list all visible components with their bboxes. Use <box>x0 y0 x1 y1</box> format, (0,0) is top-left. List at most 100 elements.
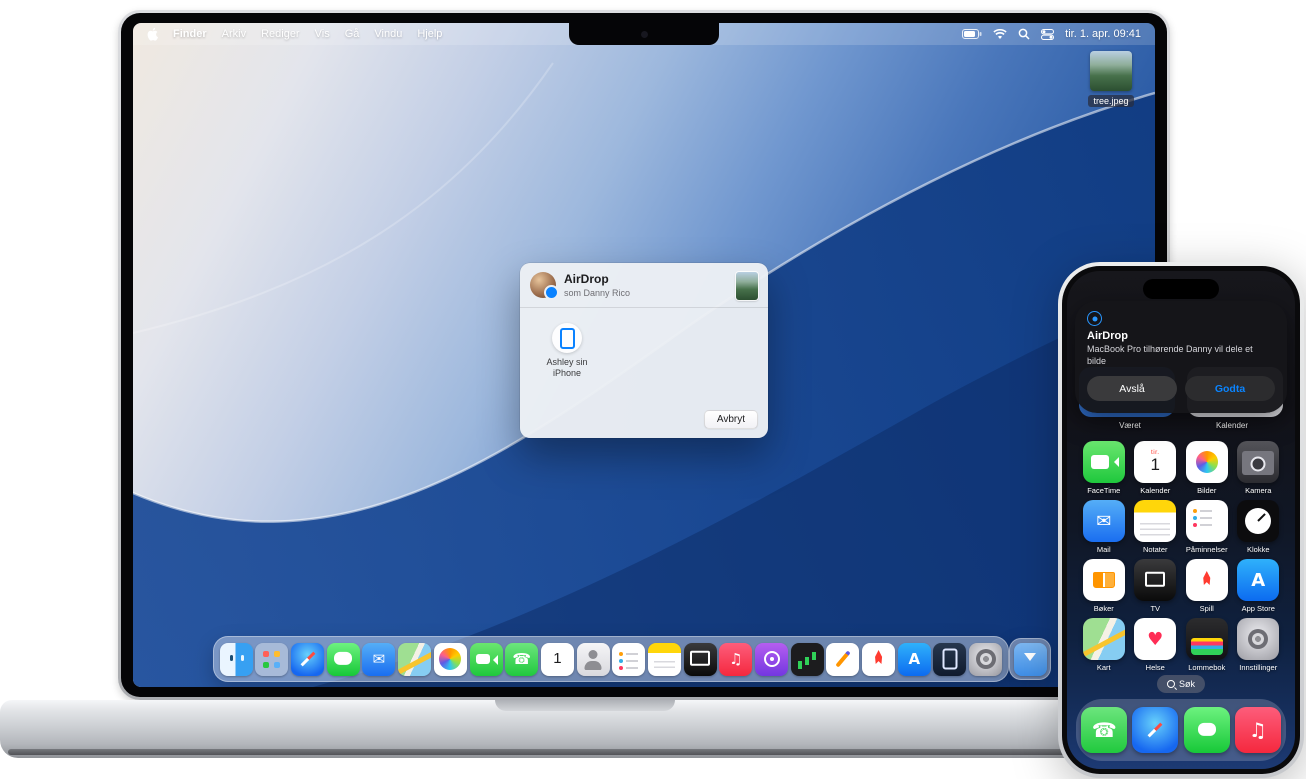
app-label: Bilder <box>1197 486 1216 495</box>
app-label: Innstillinger <box>1239 663 1277 672</box>
phone-glyph-icon: ☎ <box>505 643 538 676</box>
dock-icon-music[interactable]: ♫ <box>1235 707 1281 753</box>
app-label: Notater <box>1143 545 1168 554</box>
menu-item-finder[interactable]: Finder <box>173 28 207 40</box>
dock-icon-launchpad[interactable] <box>255 643 288 676</box>
control-center-icon[interactable] <box>1041 29 1054 40</box>
mail-icon: ✉ <box>1083 500 1125 542</box>
dock-icon-system-settings[interactable] <box>969 643 1002 676</box>
dock-icon-facetime[interactable] <box>470 643 503 676</box>
dock-icon-freeform[interactable] <box>826 643 859 676</box>
iphone-screen: Været Kalender AirDrop MacBook Pro tilhø… <box>1067 271 1295 769</box>
app-label: Påminnelser <box>1186 545 1228 554</box>
dock-icon-notes[interactable] <box>648 643 681 676</box>
maps-icon <box>1083 618 1125 660</box>
dock-icon-calendar[interactable]: 1 <box>541 643 574 676</box>
app-spill[interactable]: Spill <box>1181 559 1233 613</box>
app-notater[interactable]: Notater <box>1130 500 1182 554</box>
app-boker[interactable]: Bøker <box>1078 559 1130 613</box>
app-paminnelser[interactable]: Påminnelser <box>1181 500 1233 554</box>
app-bilder[interactable]: Bilder <box>1181 441 1233 495</box>
tv-icon <box>1134 559 1176 601</box>
dock-icon-podcasts[interactable] <box>755 643 788 676</box>
app-app-store[interactable]: AApp Store <box>1233 559 1285 613</box>
app-tv[interactable]: TV <box>1130 559 1182 613</box>
dock-icon-maps[interactable] <box>398 643 431 676</box>
shared-image-thumbnail <box>736 272 758 300</box>
weather-widget-label: Været <box>1079 421 1181 430</box>
file-label: tree.jpeg <box>1088 95 1133 107</box>
dock-icon-reminders[interactable] <box>612 643 645 676</box>
menu-item-hjelp[interactable]: Hjelp <box>417 28 442 40</box>
accept-button[interactable]: Godta <box>1185 376 1275 401</box>
spotlight-icon[interactable] <box>1018 28 1030 40</box>
app-klokke[interactable]: Klokke <box>1233 500 1285 554</box>
widget-labels: Været Kalender <box>1079 421 1283 430</box>
cancel-button[interactable]: Avbryt <box>704 410 758 429</box>
menu-item-vindu[interactable]: Vindu <box>374 28 402 40</box>
books-icon <box>1083 559 1125 601</box>
heart-glyph-icon: ♥ <box>1134 618 1176 660</box>
dock-icon-finder[interactable] <box>220 643 253 676</box>
dock-icon-games[interactable] <box>862 643 895 676</box>
app-kalender[interactable]: tir.1Kalender <box>1130 441 1182 495</box>
iphone-dock: ☎ ♫ <box>1076 699 1286 761</box>
dock-icon-iphone-mirroring[interactable] <box>933 643 966 676</box>
dock-icon-photos[interactable] <box>434 643 467 676</box>
dock-icon-safari[interactable] <box>291 643 324 676</box>
desktop-file-tree-jpeg[interactable]: tree.jpeg <box>1083 51 1139 109</box>
menu-item-vis[interactable]: Vis <box>315 28 330 40</box>
app-label: Klokke <box>1247 545 1270 554</box>
app-innstillinger[interactable]: Innstillinger <box>1233 618 1285 672</box>
camera-icon <box>1237 441 1279 483</box>
app-label: Spill <box>1200 604 1214 613</box>
dock-icon-stocks[interactable] <box>791 643 824 676</box>
share-badge-icon <box>544 285 559 300</box>
decline-button[interactable]: Avslå <box>1087 376 1177 401</box>
dock-icon-music[interactable]: ♫ <box>719 643 752 676</box>
dynamic-island <box>1143 279 1219 299</box>
home-search-pill[interactable]: Søk <box>1157 675 1205 693</box>
menu-item-ga[interactable]: Gå <box>345 28 360 40</box>
device-label: Ashley sin iPhone <box>534 357 600 380</box>
app-kamera[interactable]: Kamera <box>1233 441 1285 495</box>
notification-body: MacBook Pro tilhørende Danny vil dele et… <box>1087 344 1267 367</box>
app-lommebok[interactable]: Lommebok <box>1181 618 1233 672</box>
dock-icon-phone[interactable]: ☎ <box>1081 707 1127 753</box>
device-icon <box>552 323 582 353</box>
dock-icon-downloads[interactable] <box>1014 643 1047 676</box>
dock-icon-safari[interactable] <box>1132 707 1178 753</box>
airdrop-target-device[interactable]: Ashley sin iPhone <box>534 323 600 380</box>
dock-icon-mail[interactable]: ✉ <box>362 643 395 676</box>
dock-icon-messages[interactable] <box>1184 707 1230 753</box>
dock-icon-contacts[interactable] <box>577 643 610 676</box>
wallet-icon <box>1186 618 1228 660</box>
app-label: Kalender <box>1140 486 1170 495</box>
clock-icon <box>1237 500 1279 542</box>
airdrop-notification: AirDrop MacBook Pro tilhørende Danny vil… <box>1075 301 1287 413</box>
camera-notch <box>569 23 719 45</box>
airdrop-window-header: AirDrop som Danny Rico <box>520 263 768 307</box>
appstore-glyph-icon: A <box>898 643 931 676</box>
dock-icon-app-store[interactable]: A <box>898 643 931 676</box>
app-facetime[interactable]: FaceTime <box>1078 441 1130 495</box>
dock-icon-phone[interactable]: ☎ <box>505 643 538 676</box>
app-label: FaceTime <box>1087 486 1120 495</box>
menu-item-rediger[interactable]: Rediger <box>261 28 300 40</box>
apple-menu[interactable] <box>147 27 158 41</box>
app-kart[interactable]: Kart <box>1078 618 1130 672</box>
mac-desktop: Finder Arkiv Rediger Vis Gå Vindu Hjelp <box>133 23 1155 687</box>
notes-icon <box>1134 500 1176 542</box>
app-helse[interactable]: ♥ Helse <box>1130 618 1182 672</box>
menu-item-arkiv[interactable]: Arkiv <box>222 28 246 40</box>
app-label: Helse <box>1146 663 1165 672</box>
menu-clock[interactable]: tir. 1. apr. 09:41 <box>1065 28 1141 40</box>
avatar <box>530 272 556 298</box>
dock-icon-tv[interactable] <box>684 643 717 676</box>
battery-icon[interactable] <box>962 29 982 39</box>
wifi-icon[interactable] <box>993 29 1007 40</box>
macbook-base <box>0 700 1170 758</box>
dock-icon-messages[interactable] <box>327 643 360 676</box>
music-glyph-icon: ♫ <box>1235 707 1281 753</box>
app-mail[interactable]: ✉Mail <box>1078 500 1130 554</box>
